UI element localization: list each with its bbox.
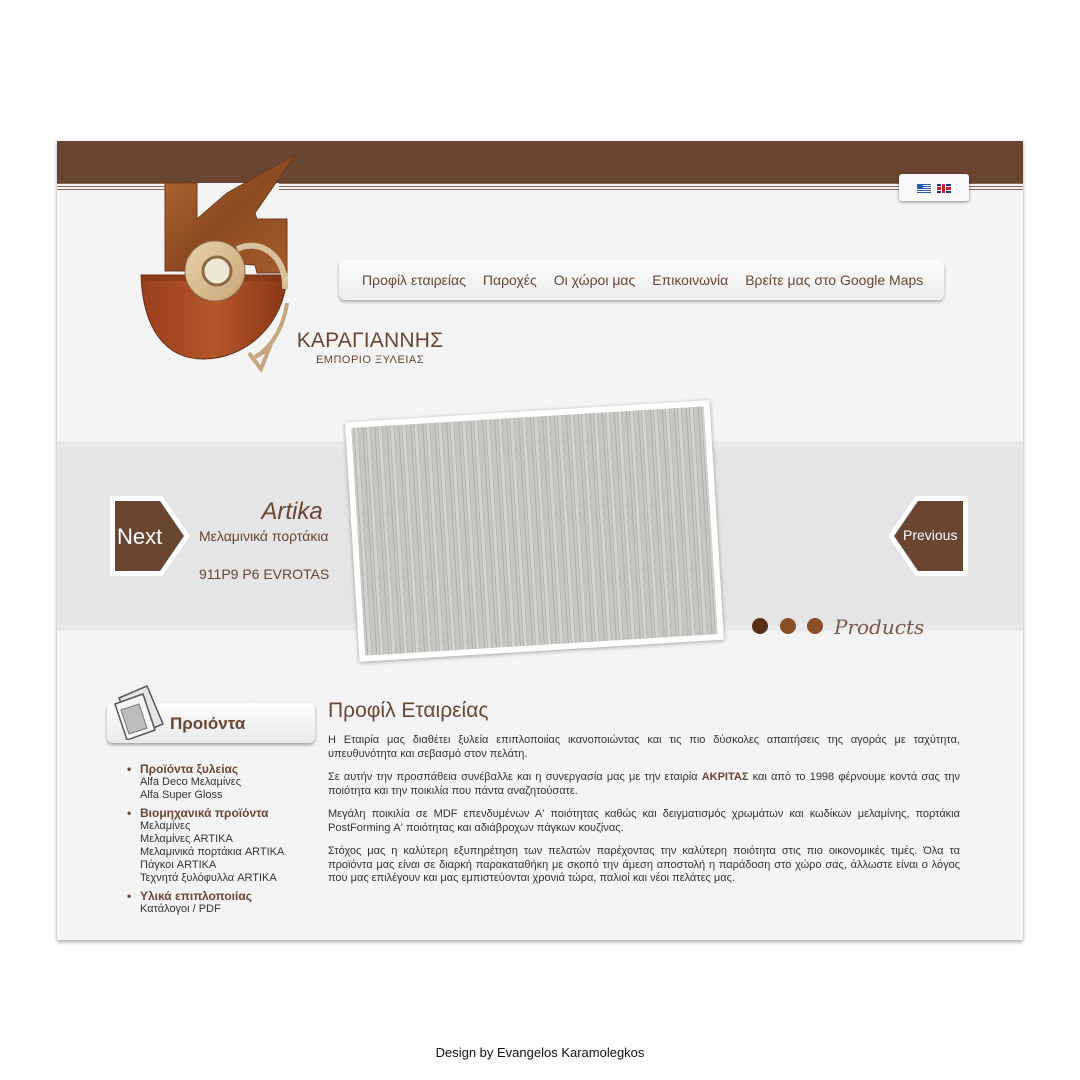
profile-paragraph-1: Η Εταιρία μας διαθέτει ξυλεία επιπλοποιί… bbox=[328, 734, 960, 760]
language-switcher bbox=[899, 174, 969, 201]
profile-paragraph-4: Στόχος μας η καλύτερη εξυπηρέτηση των πε… bbox=[328, 845, 960, 884]
nav-link-our-spaces[interactable]: Οι χώροι μας bbox=[554, 272, 635, 288]
sidebar-category-wood-products[interactable]: Προϊόντα ξυλείας bbox=[127, 762, 327, 776]
nav-link-google-maps[interactable]: Βρείτε μας στο Google Maps bbox=[745, 272, 923, 288]
sidebar-list: Προϊόντα ξυλείας Alfa Deco Μελαμίνες Alf… bbox=[127, 758, 327, 916]
design-credit: Design by Evangelos Karamolegkos bbox=[435, 1045, 645, 1060]
brand-name: ΚΑΡΑΓΙΑΝΝΗΣ bbox=[296, 329, 444, 352]
slide-dot[interactable] bbox=[807, 618, 823, 634]
page-container: ΚΑΡΑΓΙΑΝΝΗΣ ΕΜΠΟΡΙΟ ΞΥΛΕΙΑΣ Προφίλ εταιρ… bbox=[57, 141, 1023, 940]
partner-name: ΑΚΡΙΤΑΣ bbox=[701, 771, 749, 783]
sidebar-category-industrial-products[interactable]: Βιομηχανικά προϊόντα bbox=[127, 806, 327, 820]
products-script-label: Products bbox=[834, 615, 925, 639]
sidebar-item-alfa-deco[interactable]: Alfa Deco Μελαμίνες bbox=[127, 776, 327, 789]
slide-photo bbox=[345, 400, 724, 662]
brand-subtitle: ΕΜΠΟΡΙΟ ΞΥΛΕΙΑΣ bbox=[315, 354, 425, 366]
next-label: Next bbox=[117, 524, 162, 549]
main-navigation: Προφίλ εταιρείας Παροχές Οι χώροι μας Επ… bbox=[339, 260, 944, 300]
sidebar-item-veneers-artika[interactable]: Τεχνητά ξυλόφυλλα ARTIKA bbox=[127, 872, 327, 885]
nav-link-contact[interactable]: Επικοινωνία bbox=[652, 272, 728, 288]
previous-button[interactable]: Previous bbox=[888, 496, 968, 576]
folder-icon bbox=[114, 685, 164, 740]
sidebar-item-counters-artika[interactable]: Πάγκοι ARTIKA bbox=[127, 859, 327, 872]
sidebar-item-melamines[interactable]: Μελαμίνες bbox=[127, 820, 327, 833]
sidebar-item-catalogs-pdf[interactable]: Κατάλογοι / PDF bbox=[127, 903, 327, 916]
sidebar-title: Προιόντα bbox=[170, 714, 246, 733]
next-button[interactable]: Next bbox=[110, 496, 190, 576]
sidebar-item-alfa-super-gloss[interactable]: Alfa Super Gloss bbox=[127, 789, 327, 802]
brand-block: ΚΑΡΑΓΙΑΝΝΗΣ ΕΜΠΟΡΙΟ ΞΥΛΕΙΑΣ bbox=[295, 329, 445, 366]
sidebar-item-melamines-artika[interactable]: Μελαμίνες ARTIKA bbox=[127, 833, 327, 846]
main-content: Προφίλ Εταιρείας Η Εταιρία μας διαθέτει … bbox=[328, 699, 960, 896]
wood-texture-image bbox=[351, 406, 718, 656]
previous-label: Previous bbox=[903, 527, 957, 543]
greek-flag-icon[interactable] bbox=[917, 184, 931, 193]
page-title: Προφίλ Εταιρείας bbox=[328, 699, 489, 722]
profile-paragraph-2: Σε αυτήν την προσπάθεια συνέβαλλε και η … bbox=[328, 771, 960, 798]
nav-link-services[interactable]: Παροχές bbox=[483, 272, 537, 288]
profile-paragraph-3: Μεγάλη ποικιλία σε MDF επενδυμένων Α' πο… bbox=[328, 808, 960, 834]
slide-dot[interactable] bbox=[780, 618, 796, 634]
english-flag-icon[interactable] bbox=[937, 184, 951, 193]
company-logo[interactable] bbox=[137, 153, 307, 381]
slide-title: Artika bbox=[261, 498, 323, 525]
slide-dot[interactable] bbox=[752, 618, 768, 634]
nav-link-company-profile[interactable]: Προφίλ εταιρείας bbox=[362, 272, 466, 288]
sidebar-item-melamine-doors-artika[interactable]: Μελαμινικά πορτάκια ARTIKA bbox=[127, 846, 327, 859]
paragraph-2-text-start: Σε αυτήν την προσπάθεια συνέβαλλε και η … bbox=[328, 771, 702, 783]
slide-product-code: 911P9 P6 EVROTAS bbox=[199, 566, 330, 582]
sidebar-category-furniture-materials[interactable]: Υλικά επιπλοποιίας bbox=[127, 889, 327, 903]
slide-subtitle: Μελαμινικά πορτάκια bbox=[199, 528, 329, 544]
